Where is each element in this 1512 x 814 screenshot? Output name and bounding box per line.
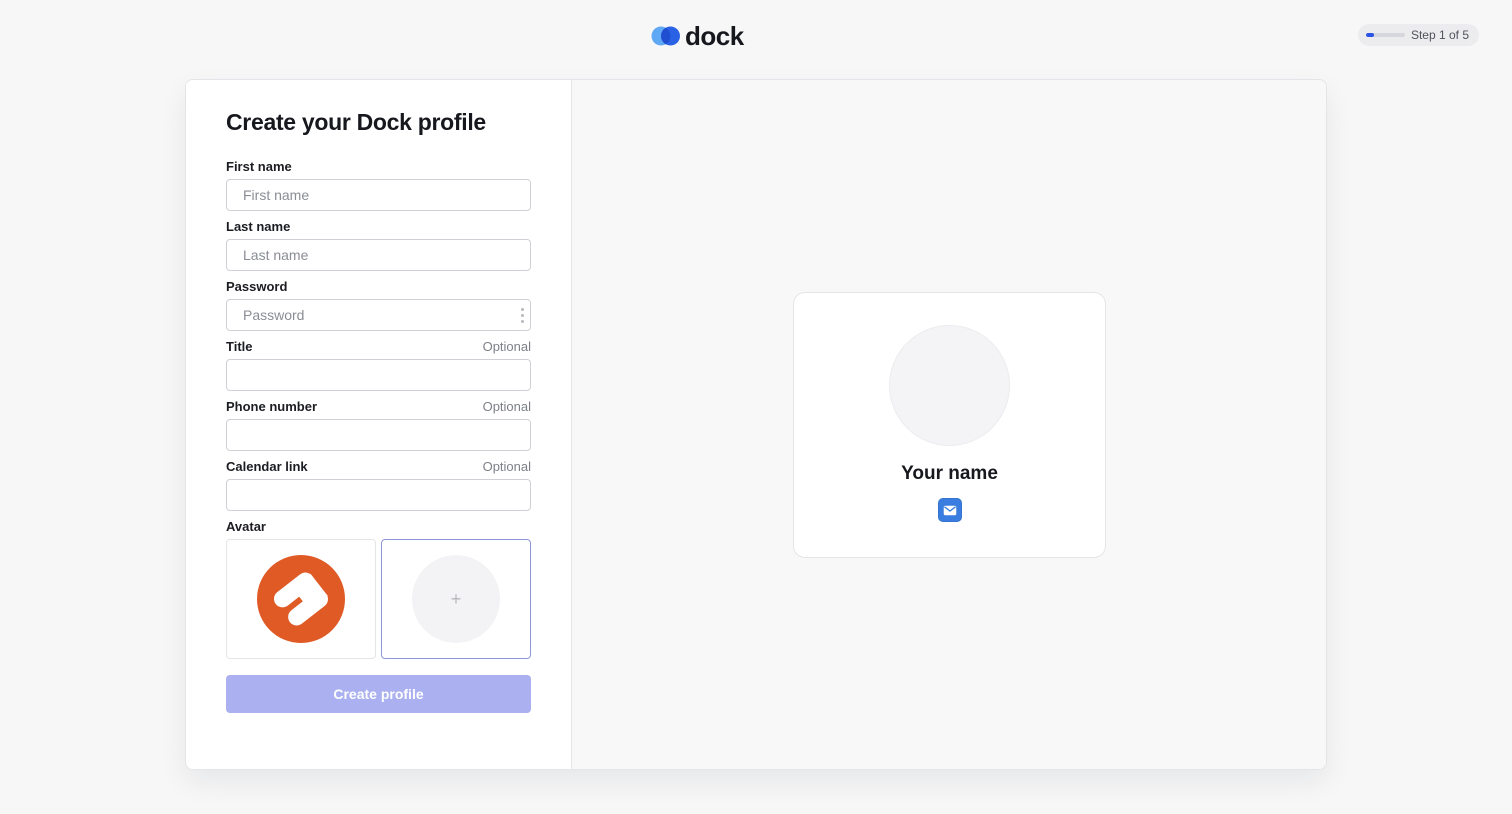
password-manager-icon[interactable] [521,308,524,323]
onboarding-card: Create your Dock profile First name Last… [185,79,1327,770]
calendar-label: Calendar link [226,459,308,474]
avatar-option-company-logo[interactable] [226,539,376,659]
title-field: Title Optional [226,339,531,391]
avatar-option-upload[interactable]: + [381,539,531,659]
brand-name: dock [685,21,744,51]
email-icon[interactable] [937,498,962,522]
phone-field: Phone number Optional [226,399,531,451]
phone-label: Phone number [226,399,318,414]
page-title: Create your Dock profile [226,109,486,135]
last-name-field: Last name [226,219,531,271]
title-optional-hint: Optional [482,339,531,354]
create-profile-button[interactable]: Create profile [226,675,531,713]
last-name-input[interactable] [226,239,531,271]
company-logo-icon [257,555,345,643]
password-input[interactable] [226,299,531,331]
last-name-label: Last name [226,219,291,234]
step-progress-label: Step 1 of 5 [1410,28,1469,42]
phone-input[interactable] [226,419,531,451]
calendar-field: Calendar link Optional [226,459,531,511]
title-label: Title [226,339,253,354]
profile-form: Create your Dock profile First name Last… [186,80,572,769]
first-name-label: First name [226,159,292,174]
plus-icon: + [412,555,500,643]
calendar-input[interactable] [226,479,531,511]
calendar-optional-hint: Optional [482,459,531,474]
step-progress-fill [1366,33,1374,37]
envelope-glyph [943,505,956,515]
avatar-field: Avatar + [226,519,531,659]
profile-avatar-placeholder [889,325,1010,446]
profile-preview-panel: Your name [572,80,1326,769]
step-progress: Step 1 of 5 [1358,24,1479,46]
phone-optional-hint: Optional [482,399,531,414]
first-name-input[interactable] [226,179,531,211]
dock-logo-icon [651,26,680,46]
avatar-label: Avatar [226,519,266,534]
step-progress-track [1366,33,1405,37]
avatar-options: + [226,539,531,659]
dock-logo: dock [651,22,744,50]
profile-name: Your name [901,463,998,484]
profile-preview-card: Your name [793,292,1106,558]
title-input[interactable] [226,359,531,391]
password-field: Password [226,279,531,331]
first-name-field: First name [226,159,531,211]
password-label: Password [226,279,288,294]
